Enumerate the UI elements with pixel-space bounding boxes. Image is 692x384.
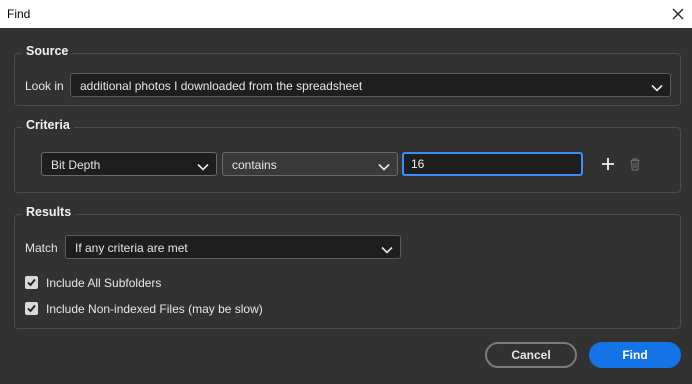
include-nonindexed-checkbox[interactable] xyxy=(25,302,38,315)
title-bar: Find xyxy=(0,0,692,28)
look-in-value: additional photos I downloaded from the … xyxy=(80,79,363,93)
criteria-group: Criteria Bit Depth contains xyxy=(14,118,681,193)
criteria-value-input[interactable] xyxy=(404,154,581,174)
look-in-select[interactable]: additional photos I downloaded from the … xyxy=(70,73,671,97)
chevron-down-icon xyxy=(197,160,209,171)
criteria-value-field[interactable] xyxy=(402,152,583,176)
criteria-field-value: Bit Depth xyxy=(51,158,101,172)
chevron-down-icon xyxy=(378,160,390,171)
add-criteria-icon[interactable] xyxy=(600,156,616,172)
match-label: Match xyxy=(25,241,58,255)
include-subfolders-label[interactable]: Include All Subfolders xyxy=(46,276,161,290)
window-title: Find xyxy=(7,7,31,21)
find-dialog: Source Look in additional photos I downl… xyxy=(0,28,692,384)
criteria-operator-value: contains xyxy=(232,158,277,172)
results-group: Results Match If any criteria are met In… xyxy=(14,205,681,329)
criteria-field-select[interactable]: Bit Depth xyxy=(41,152,217,176)
criteria-legend: Criteria xyxy=(22,118,74,132)
close-icon[interactable] xyxy=(669,5,687,23)
criteria-operator-select[interactable]: contains xyxy=(222,152,398,176)
include-subfolders-checkbox[interactable] xyxy=(25,276,38,289)
chevron-down-icon xyxy=(381,243,393,254)
cancel-button[interactable]: Cancel xyxy=(485,342,577,368)
results-legend: Results xyxy=(22,205,76,219)
match-value: If any criteria are met xyxy=(75,241,188,255)
match-select[interactable]: If any criteria are met xyxy=(65,235,401,259)
find-button[interactable]: Find xyxy=(589,342,681,368)
source-group: Source Look in additional photos I downl… xyxy=(14,44,681,106)
chevron-down-icon xyxy=(651,81,663,92)
look-in-label: Look in xyxy=(25,79,64,93)
trash-icon[interactable] xyxy=(627,156,643,172)
source-legend: Source xyxy=(22,44,73,58)
include-nonindexed-label[interactable]: Include Non-indexed Files (may be slow) xyxy=(46,302,263,316)
